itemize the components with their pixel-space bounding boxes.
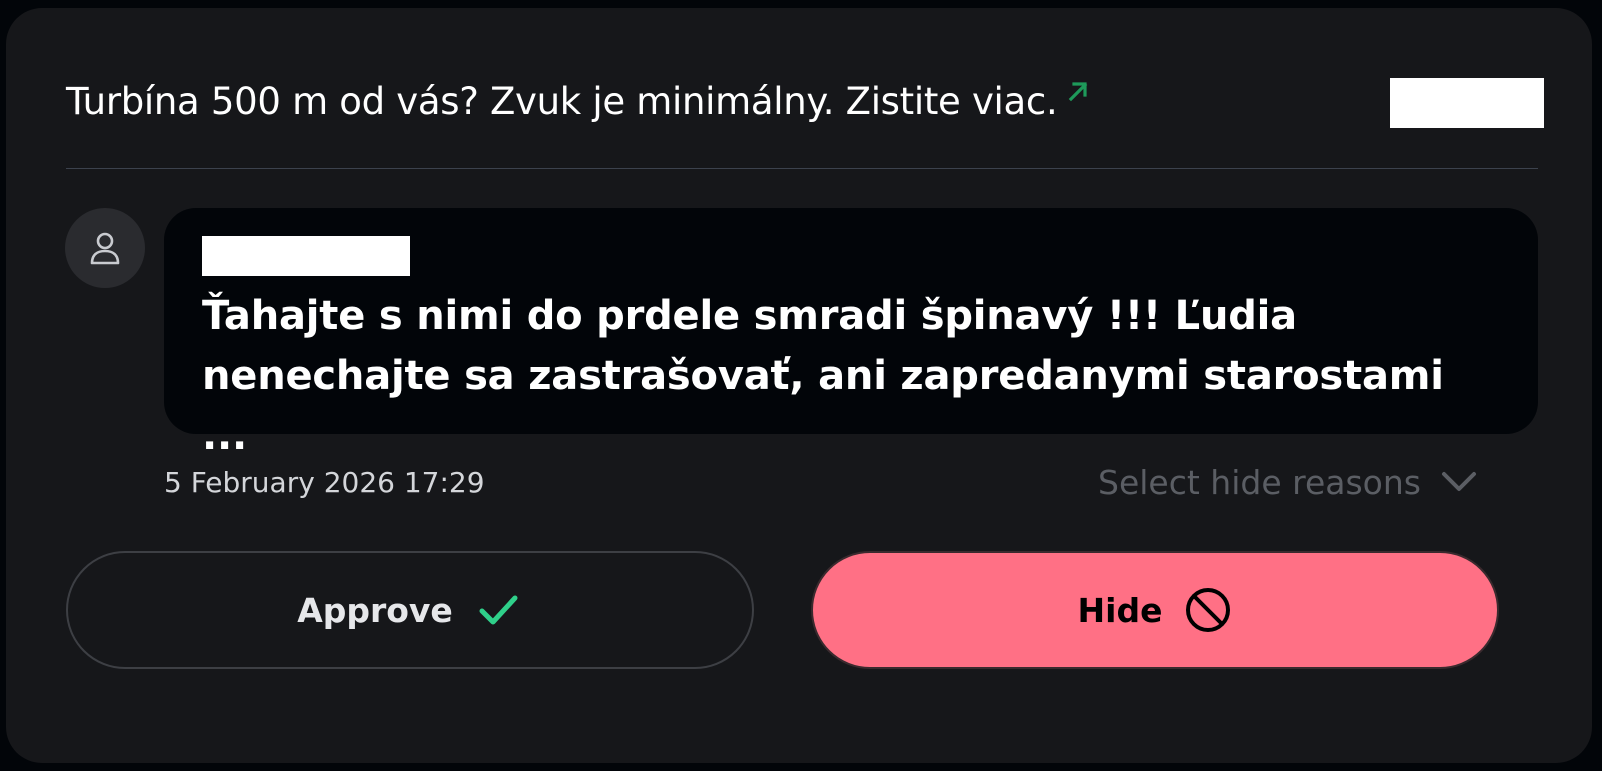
comment-bubble: Ťahajte s nimi do prdele smradi špinavý … xyxy=(164,208,1538,459)
redacted-badge xyxy=(1390,78,1544,128)
hide-reasons-select[interactable]: Select hide reasons xyxy=(1098,458,1479,506)
avatar xyxy=(65,208,145,288)
hide-button[interactable]: Hide xyxy=(811,551,1499,669)
checkmark-icon xyxy=(479,595,518,625)
comment-text: Ťahajte s nimi do prdele smradi špinavý … xyxy=(202,293,1444,459)
post-title-link[interactable]: Turbína 500 m od vás? Zvuk je minimálny.… xyxy=(66,80,1091,123)
hide-button-label: Hide xyxy=(1077,590,1163,630)
approve-button-label: Approve xyxy=(297,590,453,630)
post-title: Turbína 500 m od vás? Zvuk je minimálny.… xyxy=(66,80,1058,123)
user-icon xyxy=(90,232,120,265)
header-divider xyxy=(66,168,1538,169)
approve-button[interactable]: Approve xyxy=(66,551,754,669)
moderation-card: Turbína 500 m od vás? Zvuk je minimálny.… xyxy=(6,8,1592,763)
hide-reasons-placeholder: Select hide reasons xyxy=(1098,462,1421,502)
author-name-redacted xyxy=(202,236,410,276)
comment-timestamp: 5 February 2026 17:29 xyxy=(164,466,485,499)
ban-icon xyxy=(1186,588,1231,632)
post-header: Turbína 500 m od vás? Zvuk je minimálny.… xyxy=(66,74,1546,136)
external-link-arrow-icon xyxy=(1069,82,1088,102)
chevron-down-icon xyxy=(1441,472,1476,491)
